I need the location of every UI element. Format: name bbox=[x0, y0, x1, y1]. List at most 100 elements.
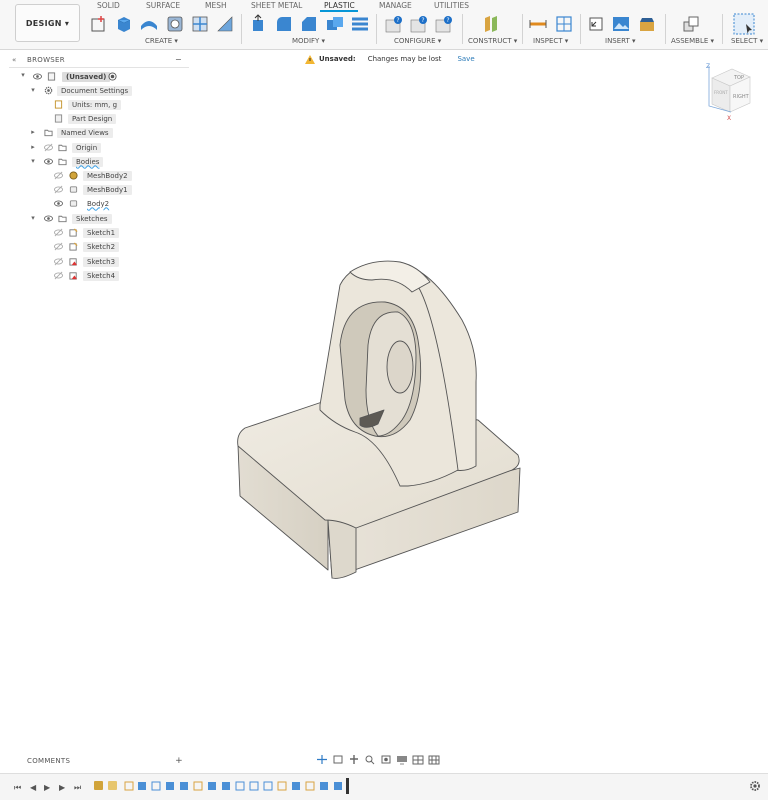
group-modify[interactable]: MODIFY ▾ bbox=[292, 37, 325, 45]
timeline-features[interactable] bbox=[92, 777, 357, 795]
play-icon[interactable]: ▶ bbox=[44, 783, 50, 792]
eye-hidden-icon[interactable] bbox=[54, 171, 63, 180]
tree-item-named-views[interactable]: Named Views bbox=[57, 126, 113, 139]
new-component-icon[interactable] bbox=[681, 14, 701, 34]
configure-parameter-icon[interactable]: ? bbox=[434, 14, 454, 34]
measure-icon[interactable] bbox=[528, 14, 548, 34]
workspace-switcher-button[interactable]: DESIGN ▾ bbox=[15, 4, 80, 42]
display-settings-icon[interactable] bbox=[396, 754, 408, 765]
sketch-icon bbox=[69, 242, 78, 251]
browser-header: « BROWSER − bbox=[9, 52, 189, 67]
activate-radio-icon[interactable] bbox=[108, 72, 117, 81]
eye-hidden-icon[interactable] bbox=[54, 185, 63, 194]
eye-icon[interactable] bbox=[44, 214, 53, 223]
toolbar-separator bbox=[241, 14, 242, 44]
press-pull-icon[interactable] bbox=[248, 14, 268, 34]
tab-utilities[interactable]: UTILITIES bbox=[434, 0, 469, 11]
chevron-double-left-icon[interactable]: « bbox=[12, 56, 16, 64]
chevron-down-icon[interactable]: ▾ bbox=[29, 157, 37, 165]
pan-icon[interactable] bbox=[348, 754, 360, 765]
offset-plane-icon[interactable] bbox=[481, 14, 501, 34]
chevron-down-icon[interactable]: ▾ bbox=[29, 86, 37, 94]
tab-manage[interactable]: MANAGE bbox=[379, 0, 412, 11]
browser-collapse-button[interactable]: − bbox=[175, 55, 182, 64]
tree-item-bodies[interactable]: Bodies bbox=[72, 155, 104, 168]
tab-surface[interactable]: SURFACE bbox=[146, 0, 180, 11]
look-at-icon[interactable] bbox=[332, 754, 344, 765]
tree-item-unsaved[interactable]: (Unsaved) bbox=[62, 70, 111, 83]
tree-item-part-design[interactable]: Part Design bbox=[68, 112, 117, 125]
eye-hidden-icon[interactable] bbox=[54, 242, 63, 251]
sketch-error-icon bbox=[69, 272, 78, 280]
tab-mesh[interactable]: MESH bbox=[205, 0, 227, 11]
group-create[interactable]: CREATE ▾ bbox=[145, 37, 178, 45]
tree-item-label: MeshBody1 bbox=[83, 184, 132, 195]
sweep-icon[interactable] bbox=[139, 14, 159, 34]
select-icon[interactable] bbox=[733, 13, 755, 35]
tree-item-body2[interactable]: Body2 bbox=[83, 197, 113, 210]
group-assemble[interactable]: ASSEMBLE ▾ bbox=[671, 37, 714, 45]
eye-icon[interactable] bbox=[33, 72, 42, 81]
chevron-right-icon[interactable]: ▸ bbox=[29, 128, 37, 136]
tree-item-sketches[interactable]: Sketches bbox=[72, 212, 112, 225]
web-icon[interactable] bbox=[215, 14, 235, 34]
chevron-right-icon[interactable]: ▸ bbox=[29, 143, 37, 151]
toolbar: DESIGN ▾ SOLID SURFACE MESH SHEET METAL … bbox=[0, 0, 768, 50]
tree-item-sketch1[interactable]: Sketch1 bbox=[83, 226, 120, 239]
save-link[interactable]: Save bbox=[457, 55, 474, 63]
shell-icon[interactable] bbox=[165, 14, 185, 34]
tab-sheet-metal[interactable]: SHEET METAL bbox=[251, 0, 302, 11]
group-insert[interactable]: INSERT ▾ bbox=[605, 37, 636, 45]
tree-item-units[interactable]: Units: mm, g bbox=[68, 98, 122, 111]
group-construct[interactable]: CONSTRUCT ▾ bbox=[468, 37, 517, 45]
settings-gear-icon[interactable] bbox=[749, 780, 761, 792]
tree-item-meshbody2[interactable]: MeshBody2 bbox=[83, 169, 132, 182]
eye-icon[interactable] bbox=[54, 199, 63, 208]
insert-derive-icon[interactable] bbox=[586, 14, 606, 34]
eye-hidden-icon[interactable] bbox=[54, 257, 63, 266]
zoom-icon[interactable] bbox=[364, 754, 376, 765]
group-inspect[interactable]: INSPECT ▾ bbox=[533, 37, 568, 45]
tree-item-origin[interactable]: Origin bbox=[72, 141, 102, 154]
insert-mcmaster-icon[interactable] bbox=[637, 14, 657, 34]
step-back-icon[interactable]: ◀ bbox=[30, 783, 36, 792]
tree-item-meshbody1[interactable]: MeshBody1 bbox=[83, 183, 132, 196]
eye-hidden-icon[interactable] bbox=[54, 271, 63, 280]
box-icon[interactable] bbox=[114, 14, 134, 34]
new-sketch-icon[interactable] bbox=[89, 14, 109, 34]
fit-icon[interactable] bbox=[380, 754, 392, 765]
skip-to-end-icon[interactable]: ⏭ bbox=[74, 783, 81, 793]
fillet-icon[interactable] bbox=[274, 14, 294, 34]
group-select[interactable]: SELECT ▾ bbox=[731, 37, 763, 45]
eye-hidden-icon[interactable] bbox=[54, 228, 63, 237]
tree-item-document-settings[interactable]: Document Settings bbox=[57, 84, 133, 97]
tree-item-sketch4[interactable]: Sketch4 bbox=[83, 269, 120, 282]
tab-solid[interactable]: SOLID bbox=[97, 0, 120, 11]
orbit-icon[interactable] bbox=[316, 754, 328, 765]
eye-icon[interactable] bbox=[44, 157, 53, 166]
chevron-down-icon[interactable]: ▾ bbox=[19, 71, 27, 79]
grid-icon[interactable] bbox=[412, 754, 424, 765]
configure-table-icon[interactable]: ? bbox=[384, 14, 404, 34]
section-analysis-icon[interactable] bbox=[554, 14, 574, 34]
active-tab-indicator bbox=[320, 10, 358, 12]
offset-faces-icon[interactable] bbox=[350, 14, 370, 34]
eye-hidden-icon[interactable] bbox=[44, 143, 53, 152]
add-comment-button[interactable]: + bbox=[175, 756, 183, 766]
tree-item-sketch2[interactable]: Sketch2 bbox=[83, 240, 120, 253]
rib-icon[interactable] bbox=[190, 14, 210, 34]
configure-rule-icon[interactable]: ? bbox=[409, 14, 429, 34]
combine-icon[interactable] bbox=[325, 14, 345, 34]
3d-model-viewport[interactable] bbox=[225, 255, 530, 585]
viewports-icon[interactable] bbox=[428, 754, 440, 765]
viewcube-front-label: FRONT bbox=[714, 90, 728, 95]
skip-to-start-icon[interactable]: ⏮ bbox=[14, 783, 21, 793]
step-forward-icon[interactable]: ▶ bbox=[59, 783, 65, 792]
group-configure[interactable]: CONFIGURE ▾ bbox=[394, 37, 441, 45]
toolbar-separator bbox=[722, 14, 723, 44]
tree-item-sketch3[interactable]: Sketch3 bbox=[83, 255, 120, 268]
chevron-down-icon[interactable]: ▾ bbox=[29, 214, 37, 222]
viewcube[interactable]: TOP RIGHT FRONT Z X bbox=[700, 60, 758, 122]
chamfer-icon[interactable] bbox=[299, 14, 319, 34]
insert-image-icon[interactable] bbox=[611, 14, 631, 34]
